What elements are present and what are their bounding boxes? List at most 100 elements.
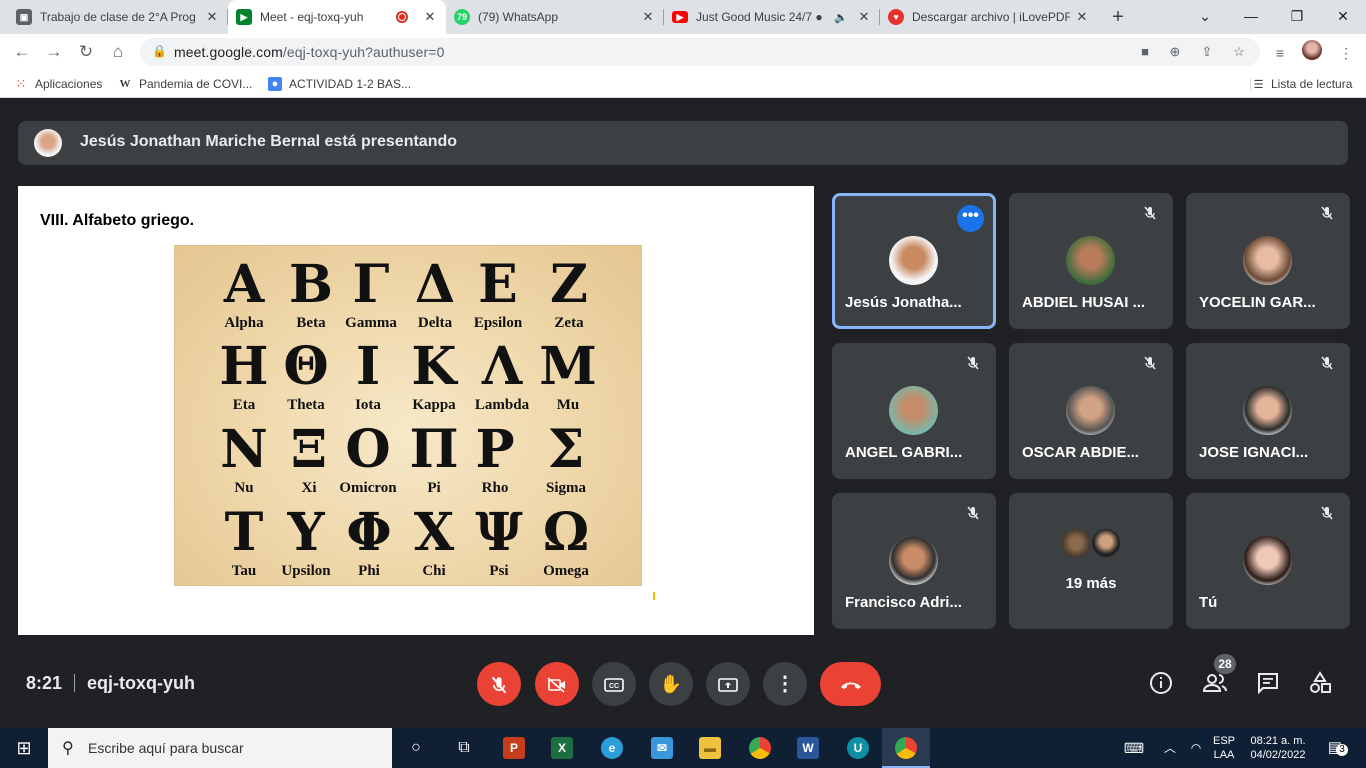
- svg-text:CC: CC: [609, 683, 619, 690]
- tab-meet[interactable]: ▶ Meet - eqj-toxq-yuh ✕: [228, 0, 446, 34]
- chrome-profile-icon[interactable]: [882, 728, 930, 768]
- leave-call-button[interactable]: [820, 662, 881, 706]
- greek-letter: Η Eta: [219, 336, 269, 414]
- chrome-icon[interactable]: [736, 728, 784, 768]
- meeting-details-button[interactable]: [1148, 671, 1174, 697]
- tab-ilovepdf[interactable]: ♥ Descargar archivo | iLovePDF ✕: [880, 0, 1098, 34]
- meet-page: Jesús Jonathan Mariche Bernal está prese…: [0, 102, 1366, 728]
- tab-strip: ▣ Trabajo de clase de 2°A Prog ✕ ▶ Meet …: [0, 0, 1366, 34]
- mic-toggle-button[interactable]: [477, 662, 521, 706]
- more-participants-label: 19 más: [1065, 575, 1117, 592]
- address-bar[interactable]: 🔒 meet.google.com/eqj-toxq-yuh?authuser=…: [140, 38, 1260, 66]
- task-view-icon[interactable]: ⧉: [440, 728, 488, 768]
- language-indicator[interactable]: ESP LAA: [1210, 734, 1238, 762]
- participant-name: Francisco Adri...: [845, 594, 962, 611]
- meeting-time: 8:21: [26, 673, 63, 693]
- profile-avatar[interactable]: [1302, 40, 1322, 60]
- window-close-icon[interactable]: ✕: [1320, 0, 1366, 34]
- browser-toolbar: ← → ↻ ⌂ 🔒 meet.google.com/eqj-toxq-yuh?a…: [0, 34, 1366, 70]
- slide-title: VIII. Alfabeto griego.: [40, 212, 195, 229]
- close-icon[interactable]: ✕: [204, 9, 220, 25]
- media-control-icon[interactable]: ≡: [1270, 43, 1290, 63]
- participant-tile[interactable]: OSCAR ABDIE...: [1009, 343, 1173, 479]
- close-icon[interactable]: ✕: [640, 9, 656, 25]
- participant-name: ANGEL GABRI...: [845, 444, 963, 461]
- mic-off-icon: [1314, 353, 1340, 379]
- greek-letter: Λ Lambda: [474, 336, 530, 414]
- reading-list[interactable]: ☰ Lista de lectura: [1250, 76, 1352, 92]
- participant-tile[interactable]: ANGEL GABRI...: [832, 343, 996, 479]
- zoom-icon[interactable]: ⊕: [1166, 43, 1184, 61]
- avatar: [1243, 386, 1292, 435]
- powerpoint-icon[interactable]: P: [490, 728, 538, 768]
- maximize-icon[interactable]: ❐: [1274, 0, 1320, 34]
- more-options-button[interactable]: ⋮: [763, 662, 807, 706]
- participant-tile[interactable]: ••• Jesús Jonatha...: [832, 193, 996, 329]
- bookmark-wikipedia[interactable]: W Pandemia de COVI...: [118, 76, 253, 92]
- greek-letter: Ε Epsilon: [473, 254, 523, 332]
- close-icon[interactable]: ✕: [856, 9, 872, 25]
- forward-icon[interactable]: →: [42, 40, 66, 64]
- url-text[interactable]: meet.google.com/eqj-toxq-yuh?authuser=0: [174, 44, 444, 60]
- greek-letter: Υ Upsilon: [281, 502, 331, 580]
- camera-toggle-button[interactable]: [535, 662, 579, 706]
- new-tab-button[interactable]: +: [1106, 5, 1130, 29]
- cortana-icon[interactable]: ○: [392, 728, 440, 768]
- more-options-icon[interactable]: •••: [957, 205, 984, 232]
- participant-name: YOCELIN GAR...: [1199, 294, 1316, 311]
- reload-icon[interactable]: ↻: [74, 40, 98, 64]
- chat-button[interactable]: [1255, 671, 1281, 697]
- speaker-icon[interactable]: 🔈: [834, 11, 848, 24]
- tab-youtube[interactable]: ▶ Just Good Music 24/7 ● 🔈 ✕: [664, 0, 880, 34]
- chevron-up-icon[interactable]: ︿: [1160, 728, 1180, 768]
- avatar: [1066, 386, 1115, 435]
- activities-button[interactable]: [1307, 671, 1333, 697]
- more-participants-tile[interactable]: 19 más: [1009, 493, 1173, 629]
- greek-letter: Χ Chi: [413, 502, 455, 580]
- captions-button[interactable]: CC: [592, 662, 636, 706]
- mail-icon[interactable]: ✉: [638, 728, 686, 768]
- participant-tile[interactable]: ABDIEL HUSAI ...: [1009, 193, 1173, 329]
- menu-icon[interactable]: ⋮: [1336, 43, 1356, 63]
- participant-tile[interactable]: Francisco Adri...: [832, 493, 996, 629]
- participant-tile[interactable]: YOCELIN GAR...: [1186, 193, 1350, 329]
- present-screen-button[interactable]: [706, 662, 750, 706]
- wifi-icon[interactable]: ◠: [1186, 728, 1206, 768]
- tab-whatsapp[interactable]: 79 (79) WhatsApp ✕: [446, 0, 664, 34]
- people-button[interactable]: [1202, 671, 1228, 697]
- greek-row: Η Eta Θ Theta Ι Iota Κ Kappa Λ Lambda Μ Mu: [175, 338, 643, 418]
- greek-letter: Σ Sigma: [545, 419, 586, 497]
- bookmark-apps[interactable]: ⁙ Aplicaciones: [14, 76, 103, 92]
- bookmark-actividad[interactable]: ● ACTIVIDAD 1-2 BAS...: [268, 76, 411, 92]
- lock-icon[interactable]: 🔒: [152, 44, 167, 58]
- avatar: [1090, 527, 1122, 559]
- tab-classroom[interactable]: ▣ Trabajo de clase de 2°A Prog ✕: [8, 0, 228, 34]
- edge-icon[interactable]: e: [588, 728, 636, 768]
- camera-icon[interactable]: ■: [1136, 43, 1154, 61]
- participant-name: Tú: [1199, 594, 1218, 611]
- tab-search-icon[interactable]: ⌄: [1182, 0, 1228, 34]
- greek-row: Τ Tau Υ Upsilon Φ Phi Χ Chi Ψ Psi Ω Omega: [175, 504, 643, 584]
- greek-letter: Β Beta: [289, 254, 333, 332]
- close-icon[interactable]: ✕: [1074, 9, 1090, 25]
- app-u-icon[interactable]: U: [834, 728, 882, 768]
- home-icon[interactable]: ⌂: [106, 40, 130, 64]
- back-icon[interactable]: ←: [10, 40, 34, 64]
- self-tile[interactable]: Tú: [1186, 493, 1350, 629]
- keyboard-icon[interactable]: ⌨: [1120, 728, 1148, 768]
- word-icon[interactable]: W: [784, 728, 832, 768]
- bookmark-star-icon[interactable]: ☆: [1230, 43, 1248, 61]
- share-icon[interactable]: ⇪: [1198, 43, 1216, 61]
- clock[interactable]: 08:21 a. m. 04/02/2022: [1244, 734, 1312, 762]
- close-icon[interactable]: ✕: [422, 9, 438, 25]
- taskbar-search-input[interactable]: ⚲ Escribe aquí para buscar: [48, 728, 392, 768]
- minimize-icon[interactable]: —: [1228, 0, 1274, 34]
- notification-count: 3: [1336, 744, 1348, 756]
- windows-start-icon[interactable]: ⊞: [0, 728, 48, 768]
- raise-hand-button[interactable]: ✋: [649, 662, 693, 706]
- participant-tile[interactable]: JOSE IGNACI...: [1186, 343, 1350, 479]
- excel-icon[interactable]: X: [538, 728, 586, 768]
- notification-icon[interactable]: ▤ 3: [1322, 728, 1348, 768]
- pointer-mark: [653, 592, 655, 600]
- file-explorer-icon[interactable]: ▬: [686, 728, 734, 768]
